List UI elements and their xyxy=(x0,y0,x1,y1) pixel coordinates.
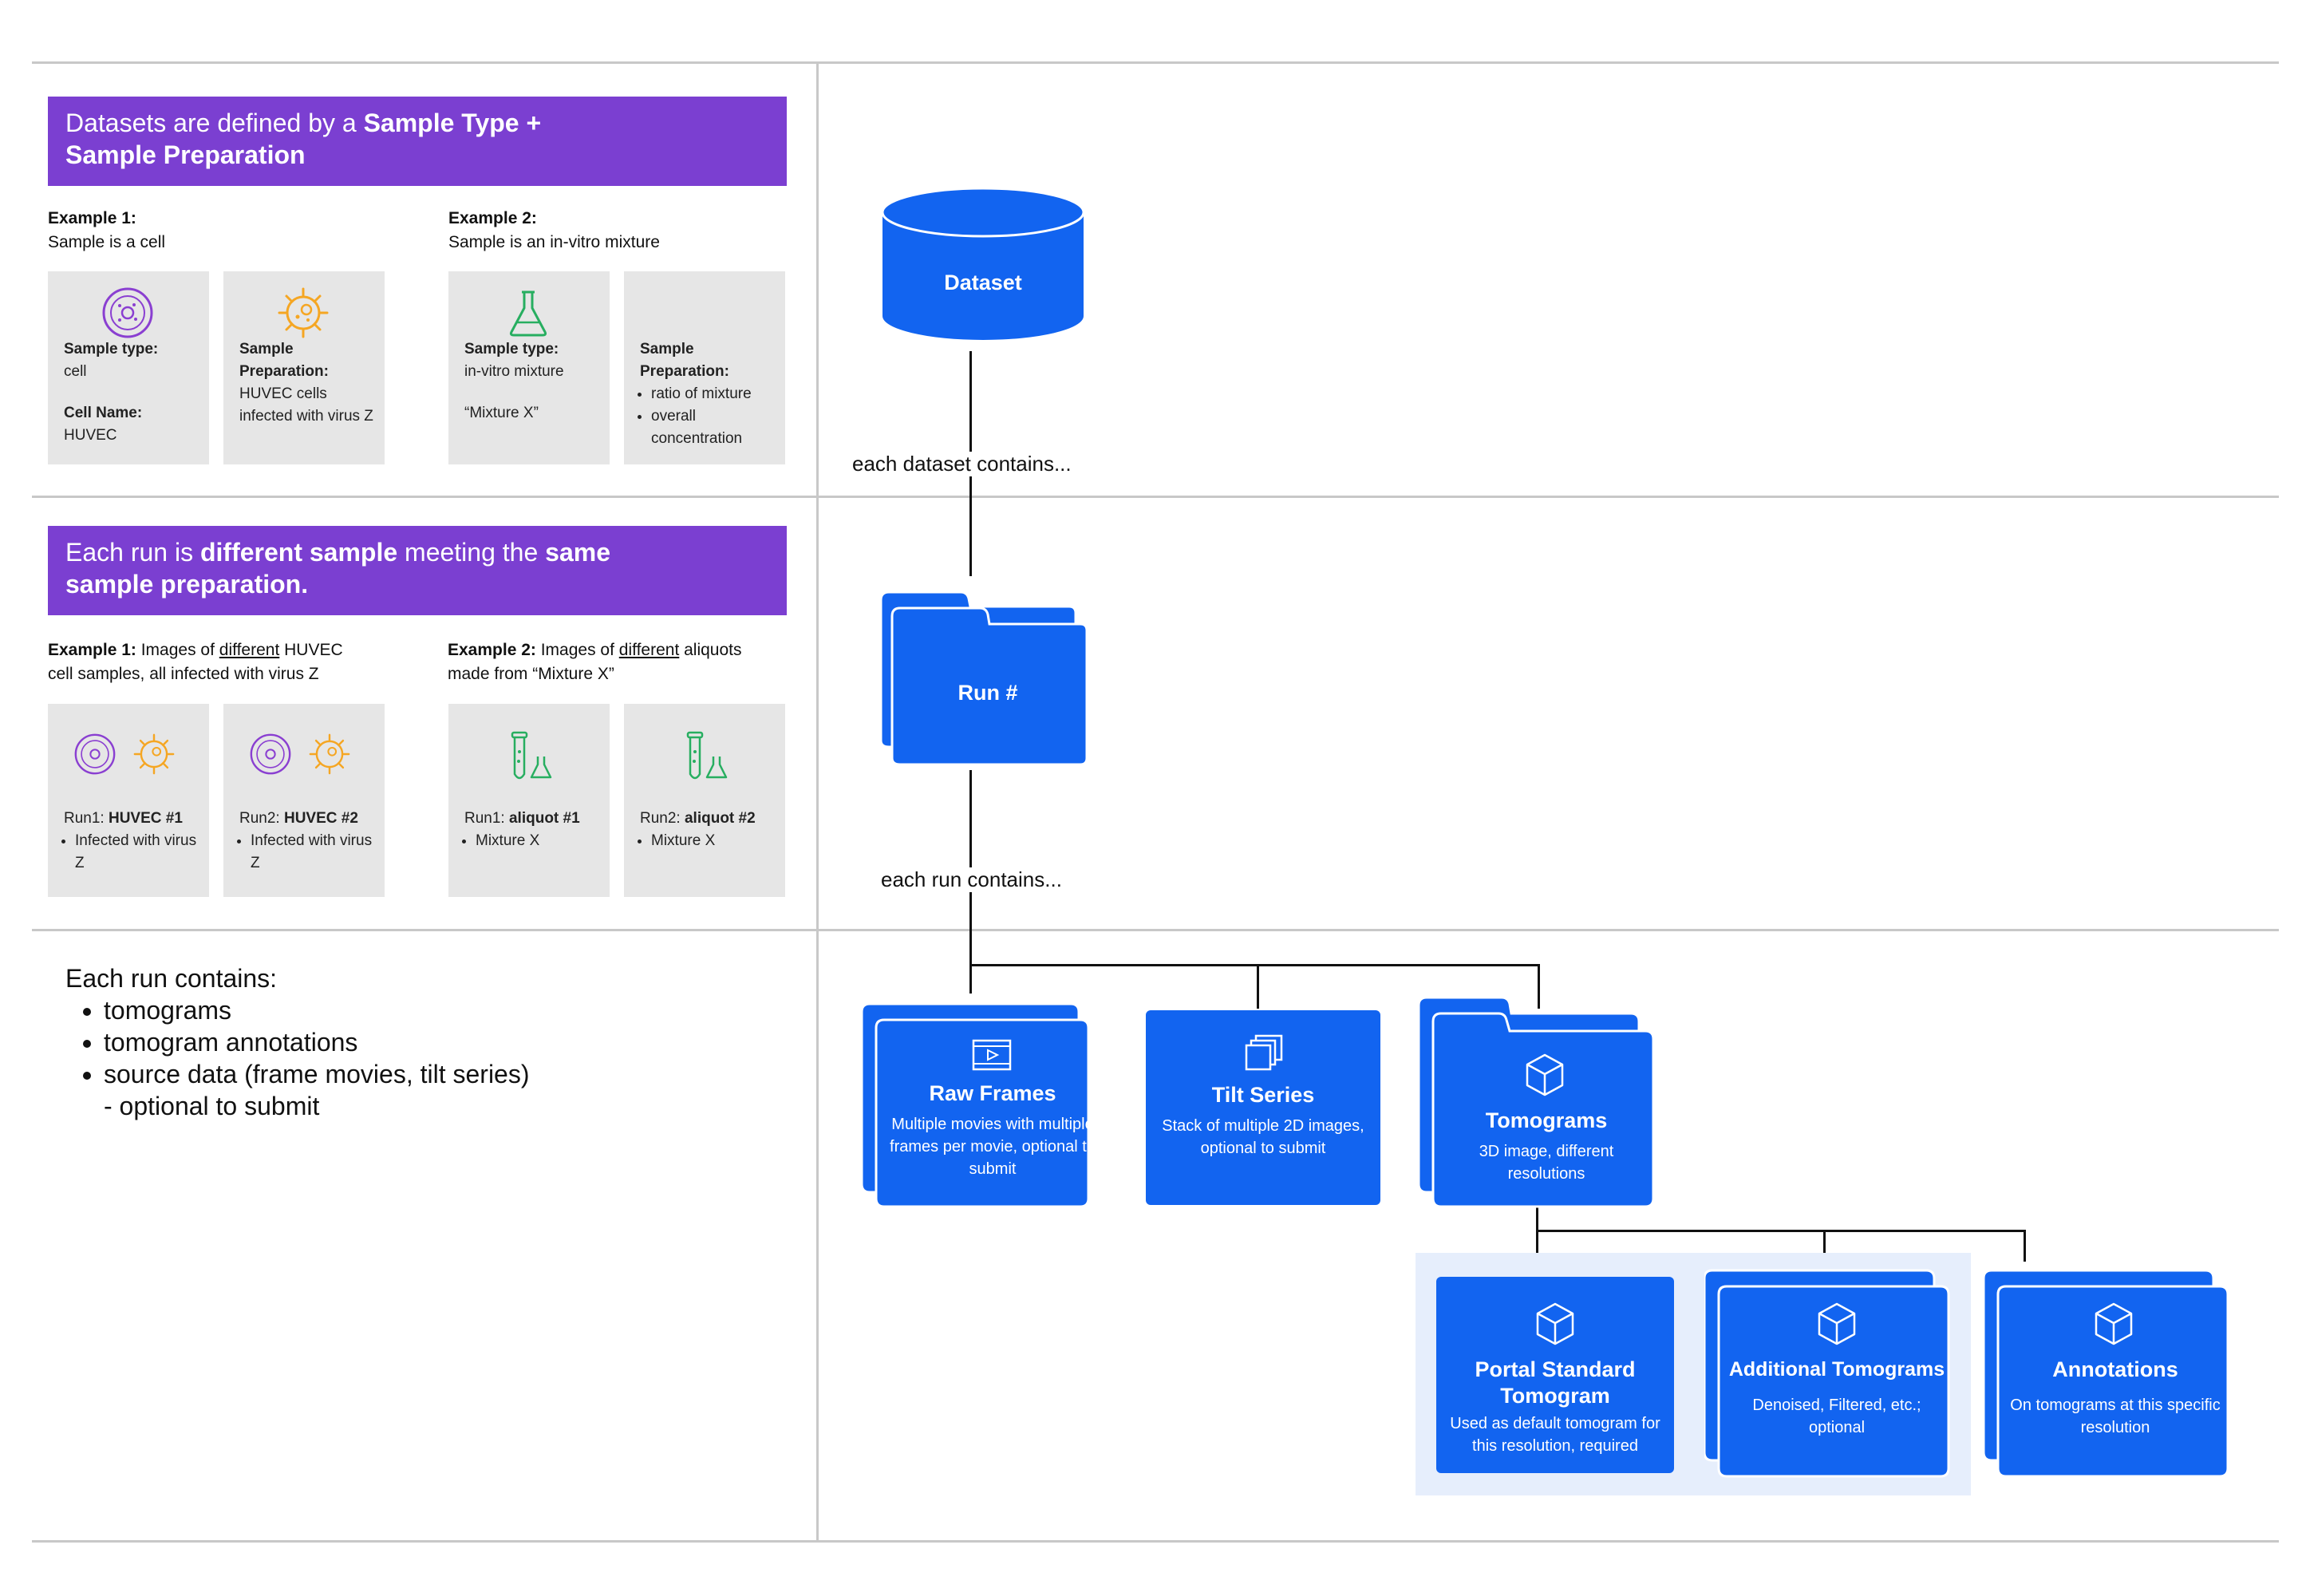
run-card-aliquot-1: Run1: aliquot #1 Mixture X xyxy=(448,704,610,897)
list-item: tomogram annotations xyxy=(104,1026,530,1058)
list-item: overall concentration xyxy=(651,405,784,450)
test-tube-flask-icon xyxy=(686,731,728,780)
video-icon xyxy=(972,1039,1012,1071)
bottom-divider xyxy=(32,1540,2279,1543)
virus-icon xyxy=(133,733,175,775)
raw-frames-description: Multiple movies with multiple frames per… xyxy=(890,1116,1096,1178)
run-contents-summary: Each run contains: tomograms tomogram an… xyxy=(65,962,530,1122)
virus-icon xyxy=(309,733,350,775)
tilt-series-title: Tilt Series xyxy=(1211,1083,1315,1107)
connector-annotations xyxy=(2024,1230,2026,1262)
card-label: Sample type: xyxy=(464,341,559,358)
top-divider xyxy=(32,61,2279,64)
cell-icon xyxy=(250,733,291,775)
dataset-label: Dataset xyxy=(944,271,1022,294)
list-item: Mixture X xyxy=(651,830,777,852)
portal-standard-title: Portal Standard Tomogram xyxy=(1475,1357,1636,1408)
run-card-aliquot-2: Run2: aliquot #2 Mixture X xyxy=(624,704,785,897)
list-item: ratio of mixture xyxy=(651,383,784,405)
card-value: in-vitro mixture xyxy=(464,363,564,380)
tilt-series-node: Tilt Series Stack of multiple 2D images,… xyxy=(1154,1082,1372,1159)
run-example-2-text: Example 2: Images of different aliquots … xyxy=(448,641,742,683)
run-label: Run # xyxy=(958,681,1018,705)
card-value: “Mixture X” xyxy=(464,405,539,421)
card-value: HUVEC cells infected with virus Z xyxy=(239,385,373,425)
list-item: tomograms xyxy=(104,994,530,1026)
raw-frames-title: Raw Frames xyxy=(929,1081,1056,1105)
list-item: source data (frame movies, tilt series) xyxy=(104,1058,530,1090)
run-card-huvec-1: Run1: HUVEC #1 Infected with virus Z xyxy=(48,704,209,897)
raw-frames-node: Raw Frames Multiple movies with multiple… xyxy=(884,1080,1101,1180)
tilt-series-description: Stack of multiple 2D images, optional to… xyxy=(1162,1117,1364,1157)
list-item: Mixture X xyxy=(476,830,602,852)
tomograms-description: 3D image, different resolutions xyxy=(1479,1143,1614,1183)
test-tube-flask-icon xyxy=(511,731,552,780)
sample-type-mixture-card: Sample type: in-vitro mixture “Mixture X… xyxy=(448,271,610,464)
card-label: Cell Name: xyxy=(64,405,143,421)
additional-tomograms-description: Denoised, Filtered, etc.; optional xyxy=(1752,1396,1921,1436)
run-folder-icon xyxy=(881,591,1088,766)
tomograms-title: Tomograms xyxy=(1485,1108,1608,1132)
list-item: Infected with virus Z xyxy=(75,830,201,875)
sample-preparation-virus-card: Sample Preparation: HUVEC cells infected… xyxy=(223,271,385,464)
cell-icon xyxy=(102,287,153,338)
divider-2 xyxy=(32,929,2279,931)
portal-standard-node: Portal Standard Tomogram Used as default… xyxy=(1444,1357,1666,1457)
cube-icon xyxy=(1526,1053,1564,1096)
stack-icon xyxy=(1245,1034,1283,1071)
cube-icon xyxy=(2095,1302,2133,1345)
card-value: cell xyxy=(64,363,87,380)
portal-standard-description: Used as default tomogram for this resolu… xyxy=(1450,1415,1660,1455)
dataset-node: Dataset xyxy=(881,270,1085,296)
example-1-text: Example 1: Sample is a cell xyxy=(48,209,166,251)
card-label: Sample Preparation: xyxy=(239,341,329,380)
connector-tilt xyxy=(1257,964,1259,1009)
dataset-database-icon xyxy=(881,187,1085,340)
connector-horizontal-1 xyxy=(969,964,1539,966)
additional-tomograms-title: Additional Tomograms xyxy=(1728,1358,1945,1381)
cell-icon xyxy=(74,733,116,775)
cube-icon xyxy=(1818,1302,1856,1345)
annotations-description: On tomograms at this specific resolution xyxy=(2010,1396,2221,1436)
list-item: Infected with virus Z xyxy=(251,830,377,875)
flask-icon xyxy=(509,290,547,337)
card-label: Sample Preparation: xyxy=(640,341,729,380)
cube-icon xyxy=(1536,1302,1574,1345)
connector-horizontal-2 xyxy=(1536,1230,2026,1232)
sample-preparation-mixture-card: Sample Preparation: ratio of mixture ove… xyxy=(624,271,785,464)
run-example-1-text: Example 1: Images of different HUVEC cel… xyxy=(48,641,343,683)
example-2-text: Example 2: Sample is an in-vitro mixture xyxy=(448,209,660,251)
summary-heading: Each run contains: xyxy=(65,964,278,993)
virus-icon xyxy=(278,287,329,338)
annotations-node: Annotations On tomograms at this specifi… xyxy=(2003,1357,2228,1439)
tomograms-node: Tomograms 3D image, different resolution… xyxy=(1441,1108,1652,1185)
annotations-title: Annotations xyxy=(2052,1357,2178,1381)
additional-tomograms-node: Additional Tomograms Denoised, Filtered,… xyxy=(1724,1357,1950,1439)
column-divider xyxy=(816,62,819,1542)
card-value: HUVEC xyxy=(64,427,117,444)
divider-1 xyxy=(32,496,2279,498)
summary-note: - optional to submit xyxy=(104,1092,320,1120)
each-run-label: each run contains... xyxy=(879,867,1064,892)
run-card-huvec-2: Run2: HUVEC #2 Infected with virus Z xyxy=(223,704,385,897)
run-node: Run # xyxy=(892,680,1084,706)
dataset-definition-banner: Datasets are defined by a Sample Type + … xyxy=(48,97,787,186)
card-label: Sample type: xyxy=(64,341,159,358)
each-dataset-label: each dataset contains... xyxy=(851,452,1073,476)
sample-type-cell-card: Sample type: cell Cell Name: HUVEC xyxy=(48,271,209,464)
run-definition-banner: Each run is different sample meeting the… xyxy=(48,526,787,615)
